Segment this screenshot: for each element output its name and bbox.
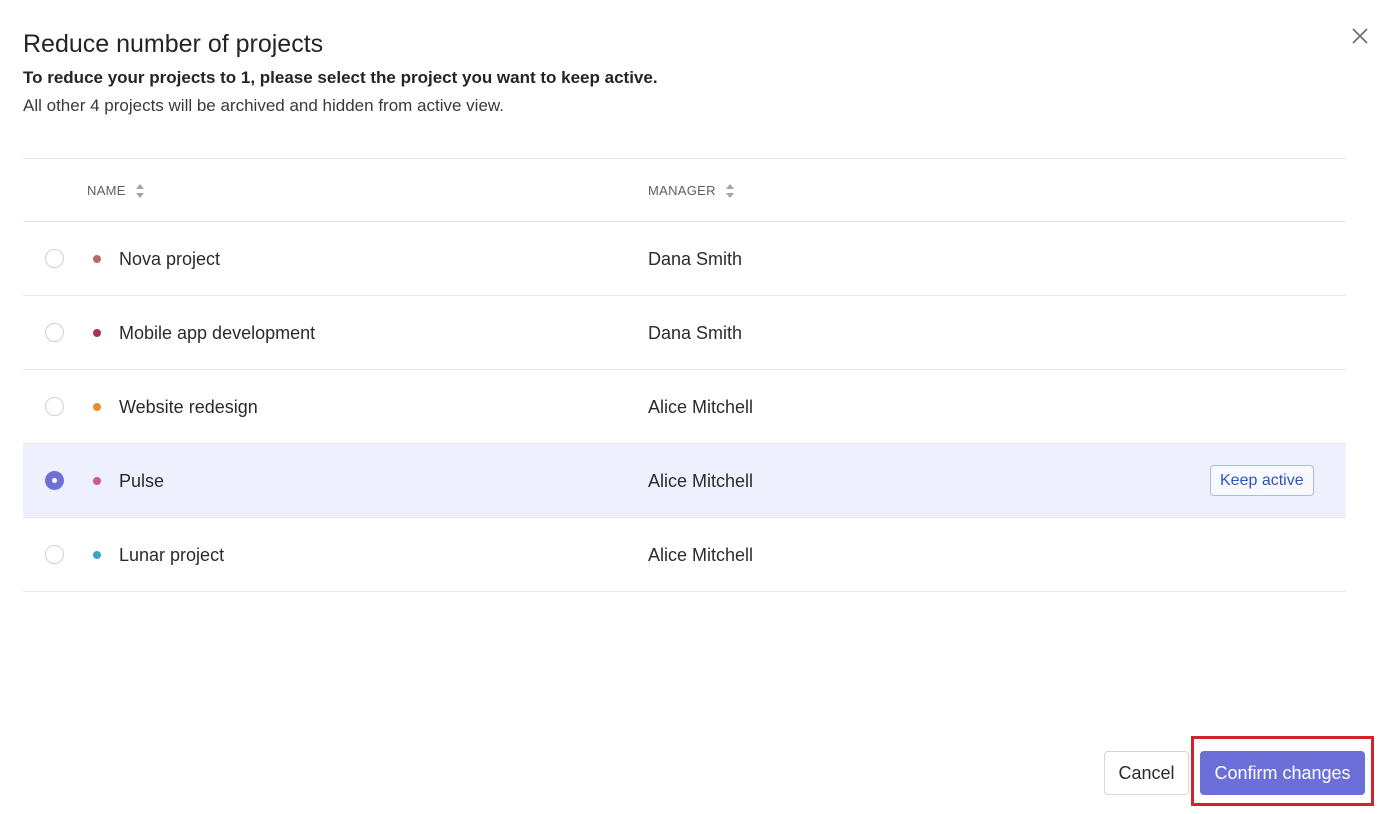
- column-header-manager-label: MANAGER: [648, 183, 716, 198]
- project-manager: Alice Mitchell: [648, 397, 754, 417]
- column-header-name-label: NAME: [87, 183, 126, 198]
- dialog-description: All other 4 projects will be archived an…: [23, 96, 504, 115]
- project-manager: Alice Mitchell: [648, 545, 754, 565]
- table-row[interactable]: Mobile app development Dana Smith: [23, 296, 1346, 370]
- table-row[interactable]: Website redesign Alice Mitchell: [23, 370, 1346, 444]
- project-color-dot: [93, 403, 101, 411]
- column-header-name[interactable]: NAME: [87, 159, 145, 222]
- column-header-manager[interactable]: MANAGER: [648, 159, 735, 222]
- table-row[interactable]: Nova project Dana Smith: [23, 222, 1346, 296]
- close-button[interactable]: [1348, 24, 1372, 48]
- project-color-dot: [93, 551, 101, 559]
- project-radio[interactable]: [45, 471, 64, 490]
- project-name: Mobile app development: [119, 323, 316, 343]
- project-color-dot: [93, 255, 101, 263]
- dialog-subtitle: To reduce your projects to 1, please sel…: [23, 68, 658, 87]
- project-color-dot: [93, 477, 101, 485]
- project-manager: Dana Smith: [648, 323, 743, 343]
- close-icon: [1352, 28, 1368, 44]
- projects-table: NAME MANAGER Nova project Dana Smith Mob…: [23, 158, 1346, 592]
- sort-icon: [135, 183, 145, 199]
- project-manager: Dana Smith: [648, 249, 743, 269]
- table-row[interactable]: Lunar project Alice Mitchell: [23, 518, 1346, 592]
- project-radio[interactable]: [45, 397, 64, 416]
- reduce-projects-dialog: Reduce number of projects To reduce your…: [0, 0, 1389, 814]
- cancel-button[interactable]: Cancel: [1104, 751, 1189, 795]
- project-color-dot: [93, 329, 101, 337]
- dialog-title: Reduce number of projects: [23, 30, 324, 58]
- table-header: NAME MANAGER: [23, 158, 1346, 222]
- project-radio[interactable]: [45, 323, 64, 342]
- keep-active-badge: Keep active: [1210, 465, 1314, 496]
- project-name: Website redesign: [119, 397, 258, 417]
- project-name: Pulse: [119, 471, 165, 491]
- sort-icon: [725, 183, 735, 199]
- project-name: Nova project: [119, 249, 221, 269]
- project-manager: Alice Mitchell: [648, 471, 754, 491]
- table-row[interactable]: Pulse Alice Mitchell Keep active: [23, 444, 1346, 518]
- project-radio[interactable]: [45, 545, 64, 564]
- project-name: Lunar project: [119, 545, 225, 565]
- project-radio[interactable]: [45, 249, 64, 268]
- confirm-changes-button[interactable]: Confirm changes: [1200, 751, 1365, 795]
